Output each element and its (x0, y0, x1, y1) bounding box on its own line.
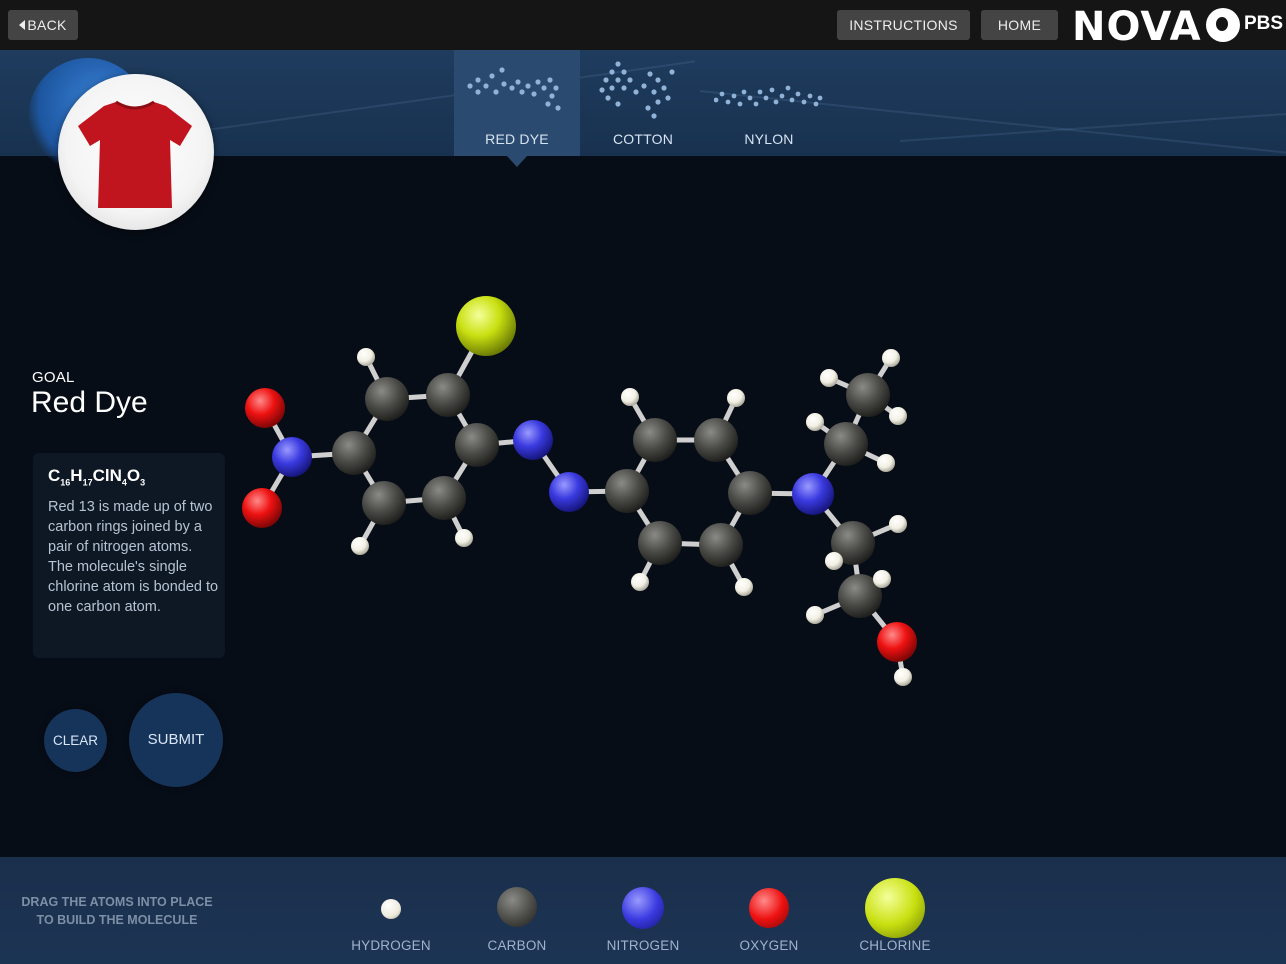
hydrogen-atom[interactable] (351, 537, 369, 555)
palette-oxygen[interactable]: OXYGEN (714, 857, 824, 964)
carbon-atom[interactable] (633, 418, 677, 462)
hydrogen-atom[interactable] (877, 454, 895, 472)
oxygen-atom-icon[interactable] (749, 888, 789, 928)
atoms (242, 296, 917, 686)
oxygen-atom[interactable] (877, 622, 917, 662)
carbon-atom[interactable] (699, 523, 743, 567)
atom-label: CARBON (487, 938, 547, 953)
atom-label: NITROGEN (606, 938, 680, 953)
hydrogen-atom[interactable] (889, 515, 907, 533)
carbon-atom[interactable] (846, 373, 890, 417)
carbon-atom[interactable] (605, 469, 649, 513)
hydrogen-atom[interactable] (455, 529, 473, 547)
hydrogen-atom[interactable] (735, 578, 753, 596)
hydrogen-atom[interactable] (806, 413, 824, 431)
atom-palette: DRAG THE ATOMS INTO PLACE TO BUILD THE M… (0, 857, 1286, 964)
palette-hydrogen[interactable]: HYDROGEN (336, 857, 446, 964)
palette-chlorine[interactable]: CHLORINE (840, 857, 950, 964)
carbon-atom[interactable] (422, 476, 466, 520)
hydrogen-atom[interactable] (621, 388, 639, 406)
hydrogen-atom[interactable] (889, 407, 907, 425)
carbon-atom[interactable] (426, 373, 470, 417)
hydrogen-atom-icon[interactable] (381, 899, 401, 919)
hydrogen-atom[interactable] (631, 573, 649, 591)
hydrogen-atom[interactable] (806, 606, 824, 624)
nitrogen-atom[interactable] (792, 473, 834, 515)
molecule-canvas[interactable] (0, 0, 1286, 857)
nitrogen-atom[interactable] (549, 472, 589, 512)
atom-label: HYDROGEN (351, 938, 431, 953)
palette-carbon[interactable]: CARBON (462, 857, 572, 964)
drag-hint: DRAG THE ATOMS INTO PLACE TO BUILD THE M… (21, 895, 213, 927)
hydrogen-atom[interactable] (820, 369, 838, 387)
atom-label: OXYGEN (739, 938, 799, 953)
nitrogen-atom[interactable] (272, 437, 312, 477)
hydrogen-atom[interactable] (825, 552, 843, 570)
chlorine-atom[interactable] (456, 296, 516, 356)
palette-nitrogen[interactable]: NITROGEN (588, 857, 698, 964)
hydrogen-atom[interactable] (357, 348, 375, 366)
carbon-atom[interactable] (332, 431, 376, 475)
oxygen-atom[interactable] (242, 488, 282, 528)
carbon-atom-icon[interactable] (497, 887, 537, 927)
hydrogen-atom[interactable] (894, 668, 912, 686)
hydrogen-atom[interactable] (882, 349, 900, 367)
carbon-atom[interactable] (824, 422, 868, 466)
carbon-atom[interactable] (365, 377, 409, 421)
atom-label: CHLORINE (859, 938, 931, 953)
carbon-atom[interactable] (694, 418, 738, 462)
hydrogen-atom[interactable] (727, 389, 745, 407)
nitrogen-atom-icon[interactable] (622, 887, 664, 929)
nitrogen-atom[interactable] (513, 420, 553, 460)
oxygen-atom[interactable] (245, 388, 285, 428)
chlorine-atom-icon[interactable] (865, 878, 925, 938)
carbon-atom[interactable] (728, 471, 772, 515)
carbon-atom[interactable] (362, 481, 406, 525)
carbon-atom[interactable] (455, 423, 499, 467)
hydrogen-atom[interactable] (873, 570, 891, 588)
carbon-atom[interactable] (638, 521, 682, 565)
